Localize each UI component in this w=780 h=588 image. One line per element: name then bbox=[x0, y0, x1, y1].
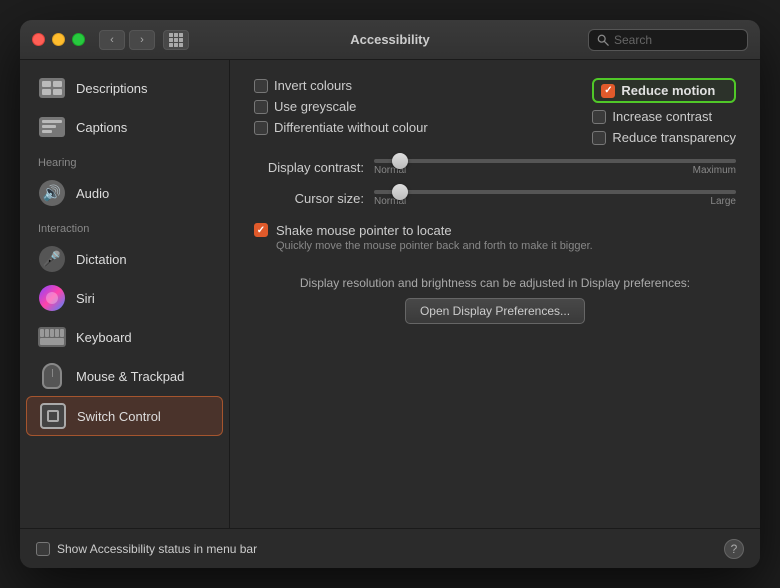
options-row: Invert colours Use greyscale Differentia… bbox=[254, 78, 736, 145]
keyboard-icon bbox=[38, 323, 66, 351]
accessibility-window: ‹ › Accessibility bbox=[20, 20, 760, 568]
accessibility-status-checkbox[interactable] bbox=[36, 542, 50, 556]
shake-mouse-title: Shake mouse pointer to locate bbox=[276, 223, 593, 238]
reduce-transparency-checkbox[interactable] bbox=[592, 131, 606, 145]
captions-icon bbox=[38, 113, 66, 141]
sidebar-item-audio-label: Audio bbox=[76, 186, 109, 201]
cursor-size-track-wrapper: Normal Large bbox=[374, 190, 736, 207]
reduce-motion-label: Reduce motion bbox=[621, 83, 715, 98]
nav-buttons: ‹ › bbox=[99, 30, 189, 50]
grid-icon bbox=[169, 33, 183, 47]
window-title: Accessibility bbox=[350, 32, 430, 47]
back-button[interactable]: ‹ bbox=[99, 30, 125, 50]
shake-mouse-description: Quickly move the mouse pointer back and … bbox=[276, 240, 593, 252]
cursor-size-row: Cursor size: Normal Large bbox=[254, 190, 736, 207]
shake-mouse-row[interactable]: Shake mouse pointer to locate Quickly mo… bbox=[254, 223, 736, 252]
cursor-size-max-label: Large bbox=[710, 196, 736, 207]
close-button[interactable] bbox=[32, 33, 45, 46]
display-contrast-track[interactable] bbox=[374, 159, 736, 163]
display-contrast-thumb[interactable] bbox=[392, 153, 408, 169]
cursor-size-track[interactable] bbox=[374, 190, 736, 194]
main-panel: Invert colours Use greyscale Differentia… bbox=[230, 60, 760, 528]
display-note-text: Display resolution and brightness can be… bbox=[254, 276, 736, 290]
search-input[interactable] bbox=[614, 33, 739, 47]
display-contrast-track-wrapper: Normal Maximum bbox=[374, 159, 736, 176]
sidebar-item-audio[interactable]: 🔊 Audio bbox=[26, 174, 223, 212]
search-icon bbox=[597, 34, 609, 46]
left-checkboxes: Invert colours Use greyscale Differentia… bbox=[254, 78, 428, 135]
minimize-button[interactable] bbox=[52, 33, 65, 46]
sidebar-item-mouse-trackpad-label: Mouse & Trackpad bbox=[76, 369, 184, 384]
cursor-size-section: Cursor size: Normal Large bbox=[254, 190, 736, 207]
increase-contrast-checkbox[interactable] bbox=[592, 110, 606, 124]
accessibility-status-label: Show Accessibility status in menu bar bbox=[57, 542, 257, 556]
differentiate-without-colour-label: Differentiate without colour bbox=[274, 120, 428, 135]
display-contrast-range-labels: Normal Maximum bbox=[374, 165, 736, 176]
shake-mouse-checkbox[interactable] bbox=[254, 223, 268, 237]
display-preferences-section: Display resolution and brightness can be… bbox=[254, 276, 736, 324]
dictation-icon: 🎤 bbox=[38, 245, 66, 273]
traffic-lights bbox=[32, 33, 85, 46]
invert-colours-checkbox[interactable] bbox=[254, 79, 268, 93]
titlebar: ‹ › Accessibility bbox=[20, 20, 760, 60]
shake-mouse-text: Shake mouse pointer to locate Quickly mo… bbox=[276, 223, 593, 252]
section-header-interaction: Interaction bbox=[20, 213, 229, 239]
sidebar-item-switch-control-label: Switch Control bbox=[77, 409, 161, 424]
differentiate-without-colour-row[interactable]: Differentiate without colour bbox=[254, 120, 428, 135]
sidebar-item-captions[interactable]: Captions bbox=[26, 108, 223, 146]
descriptions-icon bbox=[38, 74, 66, 102]
sidebar-item-siri-label: Siri bbox=[76, 291, 95, 306]
reduce-motion-checkbox[interactable] bbox=[601, 84, 615, 98]
mouse-trackpad-icon bbox=[38, 362, 66, 390]
cursor-size-label: Cursor size: bbox=[254, 191, 364, 206]
content-area: Descriptions Captions Hearing 🔊 bbox=[20, 60, 760, 528]
sidebar-item-dictation-label: Dictation bbox=[76, 252, 127, 267]
forward-button[interactable]: › bbox=[129, 30, 155, 50]
use-greyscale-row[interactable]: Use greyscale bbox=[254, 99, 428, 114]
increase-contrast-label: Increase contrast bbox=[612, 109, 712, 124]
sidebar-item-descriptions-label: Descriptions bbox=[76, 81, 148, 96]
use-greyscale-label: Use greyscale bbox=[274, 99, 356, 114]
sidebar-item-switch-control[interactable]: Switch Control bbox=[26, 396, 223, 436]
sidebar-item-dictation[interactable]: 🎤 Dictation bbox=[26, 240, 223, 278]
reduce-motion-row[interactable]: Reduce motion bbox=[592, 78, 736, 103]
cursor-size-thumb[interactable] bbox=[392, 184, 408, 200]
switch-control-icon bbox=[39, 402, 67, 430]
right-checkboxes: Reduce motion Increase contrast Reduce t… bbox=[592, 78, 736, 145]
increase-contrast-row[interactable]: Increase contrast bbox=[592, 109, 736, 124]
footer: Show Accessibility status in menu bar ? bbox=[20, 528, 760, 568]
invert-colours-label: Invert colours bbox=[274, 78, 352, 93]
display-contrast-max-label: Maximum bbox=[693, 165, 736, 176]
search-box[interactable] bbox=[588, 29, 748, 51]
sidebar-item-keyboard[interactable]: Keyboard bbox=[26, 318, 223, 356]
section-header-hearing: Hearing bbox=[20, 147, 229, 173]
grid-view-button[interactable] bbox=[163, 30, 189, 50]
display-contrast-row: Display contrast: Normal Maximum bbox=[254, 159, 736, 176]
display-contrast-label: Display contrast: bbox=[254, 160, 364, 175]
sidebar-item-descriptions[interactable]: Descriptions bbox=[26, 69, 223, 107]
help-button[interactable]: ? bbox=[724, 539, 744, 559]
cursor-size-range-labels: Normal Large bbox=[374, 196, 736, 207]
differentiate-without-colour-checkbox[interactable] bbox=[254, 121, 268, 135]
open-display-preferences-button[interactable]: Open Display Preferences... bbox=[405, 298, 585, 324]
sidebar-item-keyboard-label: Keyboard bbox=[76, 330, 132, 345]
invert-colours-row[interactable]: Invert colours bbox=[254, 78, 428, 93]
sidebar: Descriptions Captions Hearing 🔊 bbox=[20, 60, 230, 528]
sidebar-item-siri[interactable]: Siri bbox=[26, 279, 223, 317]
reduce-transparency-label: Reduce transparency bbox=[612, 130, 736, 145]
use-greyscale-checkbox[interactable] bbox=[254, 100, 268, 114]
display-contrast-section: Display contrast: Normal Maximum bbox=[254, 159, 736, 176]
maximize-button[interactable] bbox=[72, 33, 85, 46]
reduce-transparency-row[interactable]: Reduce transparency bbox=[592, 130, 736, 145]
audio-icon: 🔊 bbox=[38, 179, 66, 207]
sidebar-item-mouse-trackpad[interactable]: Mouse & Trackpad bbox=[26, 357, 223, 395]
footer-checkbox-row[interactable]: Show Accessibility status in menu bar bbox=[36, 542, 257, 556]
siri-icon bbox=[38, 284, 66, 312]
sidebar-item-captions-label: Captions bbox=[76, 120, 127, 135]
